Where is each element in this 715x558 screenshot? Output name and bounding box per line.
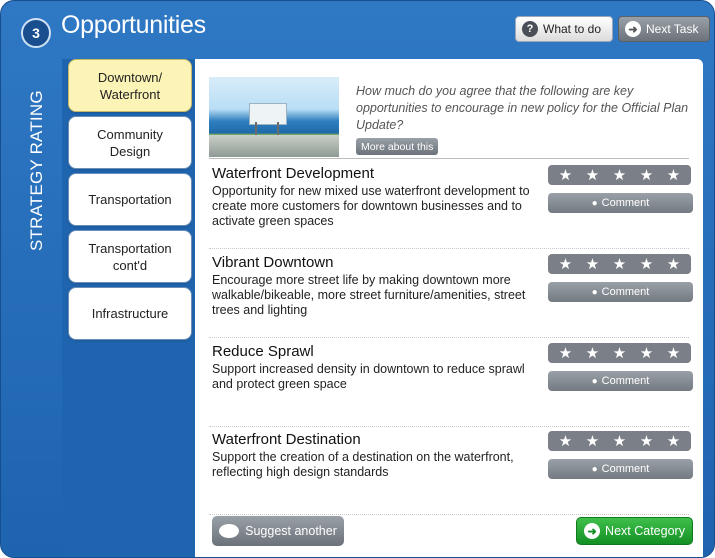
star-rating: ★ ★ ★ ★ ★ [548, 431, 691, 451]
speech-bubble-icon: ● [591, 463, 598, 475]
item-description: Encourage more street life by making dow… [212, 273, 526, 317]
star-icon[interactable]: ★ [640, 434, 653, 449]
tab-label-line1: Transportation [88, 192, 172, 207]
shoreline-graphic [209, 135, 339, 157]
arrow-right-icon: ➜ [625, 21, 641, 37]
app-frame: 3 Opportunities ? What to do ➜ Next Task… [0, 0, 715, 558]
what-to-do-button[interactable]: ? What to do [515, 16, 613, 42]
item-title: Waterfront Development [212, 165, 375, 182]
tab-label-line1: Infrastructure [91, 306, 169, 321]
star-icon[interactable]: ★ [586, 346, 599, 361]
step-number-badge: 3 [21, 18, 51, 48]
tab-label-line2: cont'd [112, 257, 148, 273]
comment-label: Comment [601, 463, 650, 475]
speech-bubble-icon: ● [591, 197, 598, 209]
tab-label-line2: Design [109, 143, 151, 159]
next-category-label: Next Category [605, 524, 685, 538]
tab-label-line2: Waterfront [99, 86, 161, 102]
divider [209, 248, 689, 249]
item-description: Support increased density in downtown to… [212, 362, 525, 391]
star-icon[interactable]: ★ [640, 257, 653, 272]
star-icon[interactable]: ★ [613, 257, 626, 272]
intro-question: How much do you agree that the following… [356, 84, 689, 132]
sign-post [255, 122, 257, 136]
list-item: Waterfront Destination Support the creat… [209, 431, 693, 515]
page-title: Opportunities [61, 11, 206, 39]
comment-button[interactable]: ● Comment [548, 371, 693, 391]
tab-downtown-waterfront[interactable]: Downtown/ Waterfront [68, 59, 192, 112]
speech-bubble-icon [219, 524, 240, 538]
star-icon[interactable]: ★ [667, 257, 680, 272]
rating-panel: How much do you agree that the following… [199, 59, 699, 557]
tab-infrastructure[interactable]: Infrastructure [68, 287, 192, 340]
question-icon: ? [522, 21, 538, 37]
item-title: Reduce Sprawl [212, 343, 314, 360]
suggest-another-button[interactable]: Suggest another [212, 516, 344, 546]
category-tabs: Downtown/ Waterfront Community Design Tr… [68, 59, 192, 344]
content-area: Downtown/ Waterfront Community Design Tr… [62, 59, 703, 557]
star-icon[interactable]: ★ [640, 168, 653, 183]
strategy-rating-label: STRATEGY RATING [27, 90, 46, 251]
next-task-button[interactable]: ➜ Next Task [618, 16, 710, 42]
list-item: Waterfront Development Opportunity for n… [209, 165, 693, 249]
star-rating: ★ ★ ★ ★ ★ [548, 343, 691, 363]
next-task-label: Next Task [646, 22, 699, 36]
comment-button[interactable]: ● Comment [548, 459, 693, 479]
comment-button[interactable]: ● Comment [548, 282, 693, 302]
star-icon[interactable]: ★ [559, 257, 572, 272]
speech-bubble-icon: ● [591, 375, 598, 387]
suggest-another-label: Suggest another [245, 524, 337, 538]
star-icon[interactable]: ★ [667, 346, 680, 361]
tab-label-line1: Community [97, 126, 163, 142]
divider [209, 426, 689, 427]
item-title: Vibrant Downtown [212, 254, 334, 271]
item-title: Waterfront Destination [212, 431, 361, 448]
star-icon[interactable]: ★ [613, 346, 626, 361]
more-about-this-button[interactable]: More about this [356, 138, 439, 155]
tab-transportation-contd[interactable]: Transportation cont'd [68, 230, 192, 283]
sidebar-vertical-label: STRATEGY RATING [27, 59, 47, 259]
star-rating: ★ ★ ★ ★ ★ [548, 165, 691, 185]
list-item: Reduce Sprawl Support increased density … [209, 343, 693, 427]
item-description: Support the creation of a destination on… [212, 450, 514, 479]
comment-label: Comment [601, 286, 650, 298]
star-icon[interactable]: ★ [667, 168, 680, 183]
sign-post [277, 122, 279, 136]
list-item: Vibrant Downtown Encourage more street l… [209, 254, 693, 338]
speech-bubble-icon: ● [591, 286, 598, 298]
star-icon[interactable]: ★ [559, 168, 572, 183]
tab-transportation[interactable]: Transportation [68, 173, 192, 226]
star-rating: ★ ★ ★ ★ ★ [548, 254, 691, 274]
waterfront-photo [209, 77, 339, 157]
star-icon[interactable]: ★ [559, 434, 572, 449]
star-icon[interactable]: ★ [559, 346, 572, 361]
divider [209, 337, 689, 338]
star-icon[interactable]: ★ [586, 168, 599, 183]
item-description: Opportunity for new mixed use waterfront… [212, 184, 530, 228]
star-icon[interactable]: ★ [586, 257, 599, 272]
comment-label: Comment [601, 197, 650, 209]
comment-button[interactable]: ● Comment [548, 193, 693, 213]
star-icon[interactable]: ★ [640, 346, 653, 361]
divider [209, 514, 689, 515]
tab-label-line1: Transportation [88, 240, 172, 256]
star-icon[interactable]: ★ [613, 434, 626, 449]
divider [209, 158, 689, 159]
comment-label: Comment [601, 375, 650, 387]
tab-community-design[interactable]: Community Design [68, 116, 192, 169]
tab-label-line1: Downtown/ [97, 69, 163, 85]
star-icon[interactable]: ★ [586, 434, 599, 449]
star-icon[interactable]: ★ [667, 434, 680, 449]
star-icon[interactable]: ★ [613, 168, 626, 183]
next-category-button[interactable]: ➜ Next Category [576, 517, 693, 545]
what-to-do-label: What to do [543, 22, 602, 36]
arrow-right-icon: ➜ [584, 523, 601, 539]
